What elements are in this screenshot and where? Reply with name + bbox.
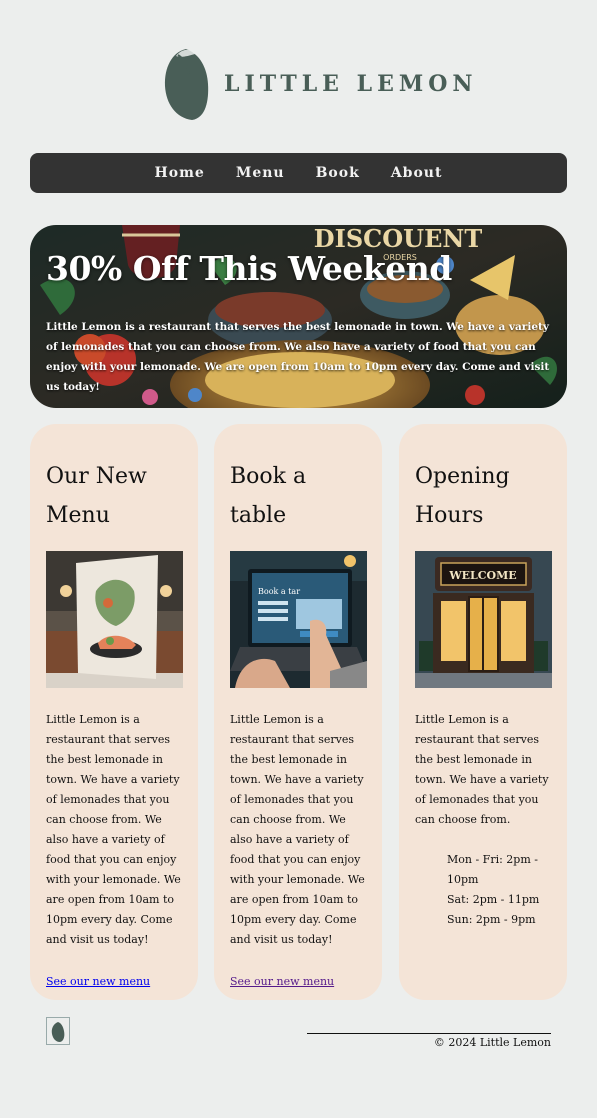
card-title: Opening Hours <box>415 464 510 528</box>
main-nav: Home Menu Book About <box>30 153 567 193</box>
hero-description: Little Lemon is a restaurant that serves… <box>46 321 550 393</box>
card-opening-hours: Opening Hours WELCOME Little Lemon is a … <box>399 424 567 1000</box>
menu-image <box>46 551 183 688</box>
booking-image: Book a tar <box>230 551 367 688</box>
booking-screen-title: Book a tar <box>258 587 300 596</box>
copyright-text: © 2024 Little Lemon <box>433 1036 551 1049</box>
nav-menu[interactable]: Menu <box>236 165 285 181</box>
hours-sunday: Sun: 2pm - 9pm <box>447 913 536 926</box>
brand-name: LITTLE LEMON <box>224 71 478 97</box>
nav-about[interactable]: About <box>391 165 443 181</box>
footer-divider <box>307 1033 551 1034</box>
card-title: Our New Menu <box>46 464 147 528</box>
hero-title: 30% Off This Weekend <box>46 249 452 288</box>
lemon-icon <box>51 1022 65 1042</box>
hours-saturday: Sat: 2pm - 11pm <box>447 893 540 906</box>
hero-banner: DISCOUENT ORDERS 30% Off This Weekend Li… <box>30 225 567 408</box>
card-new-menu: Our New Menu Little Lemon is a restauran… <box>30 424 198 1000</box>
card-book-table: Book a table Book a tar Little Lemon is … <box>214 424 382 1000</box>
site-logo[interactable]: LITTLE LEMON <box>162 46 477 122</box>
welcome-sign: WELCOME <box>448 569 516 582</box>
footer-logo[interactable] <box>46 1017 70 1045</box>
see-menu-link[interactable]: See our new menu <box>230 972 334 992</box>
opening-hours-list: Mon - Fri: 2pm - 10pm Sat: 2pm - 11pm Su… <box>415 850 551 930</box>
card-description: Little Lemon is a restaurant that serves… <box>46 713 181 946</box>
card-description: Little Lemon is a restaurant that serves… <box>230 713 365 946</box>
see-menu-link[interactable]: See our new menu <box>46 972 150 992</box>
hours-weekday: Mon - Fri: 2pm - 10pm <box>447 853 538 886</box>
card-title: Book a table <box>230 464 307 528</box>
lemon-icon <box>164 49 209 120</box>
storefront-image: WELCOME <box>415 551 552 688</box>
card-description: Little Lemon is a restaurant that serves… <box>415 713 549 826</box>
nav-home[interactable]: Home <box>155 165 205 181</box>
nav-book[interactable]: Book <box>316 165 360 181</box>
